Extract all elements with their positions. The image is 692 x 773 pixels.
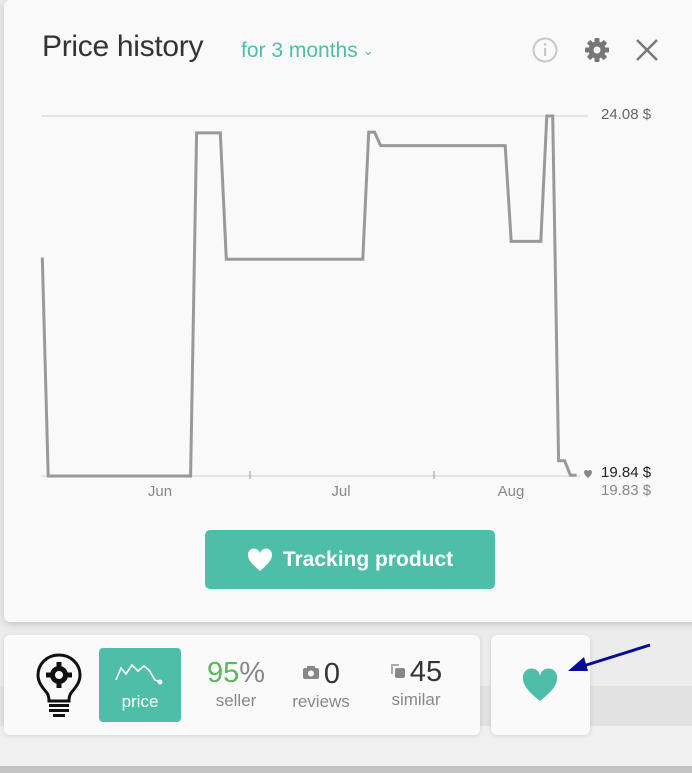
reviews-value: 0 (323, 658, 341, 690)
current-price-heart-icon (584, 470, 592, 478)
price-chart (40, 114, 592, 479)
y-label-min: 19.83 $ (601, 482, 652, 499)
tracking-product-label: Tracking product (282, 547, 454, 571)
heart-icon (247, 547, 272, 571)
reviews-count[interactable]: 0 reviews (285, 656, 357, 712)
similar-value: 45 (409, 656, 443, 688)
similar-count[interactable]: 45 similar (380, 654, 452, 710)
camera-icon (302, 666, 319, 679)
seller-value: 95 (206, 657, 240, 689)
x-tick-label: Jun (147, 483, 173, 500)
heart-icon (522, 668, 558, 701)
lightbulb-gear-icon[interactable] (34, 652, 84, 720)
copies-icon (390, 664, 405, 678)
seller-unit: % (239, 657, 266, 689)
seller-label: seller (215, 691, 257, 710)
background-bottom-bar (0, 766, 692, 773)
price-tab-label: price (121, 692, 159, 711)
arrow-icon (568, 643, 651, 671)
x-tick-label: Aug (497, 483, 525, 500)
y-label-max: 24.08 $ (601, 106, 652, 123)
similar-label: similar (391, 690, 441, 709)
price-tab[interactable]: price (99, 648, 181, 722)
y-label-current: 19.84 $ (601, 464, 652, 481)
tracking-product-button[interactable]: Tracking product (205, 530, 495, 589)
price-chart-icon (115, 663, 163, 685)
reviews-label: reviews (292, 692, 350, 711)
x-tick-label: Jul (331, 483, 351, 500)
price-line (40, 114, 577, 478)
seller-rating[interactable]: 95% seller (196, 655, 276, 711)
